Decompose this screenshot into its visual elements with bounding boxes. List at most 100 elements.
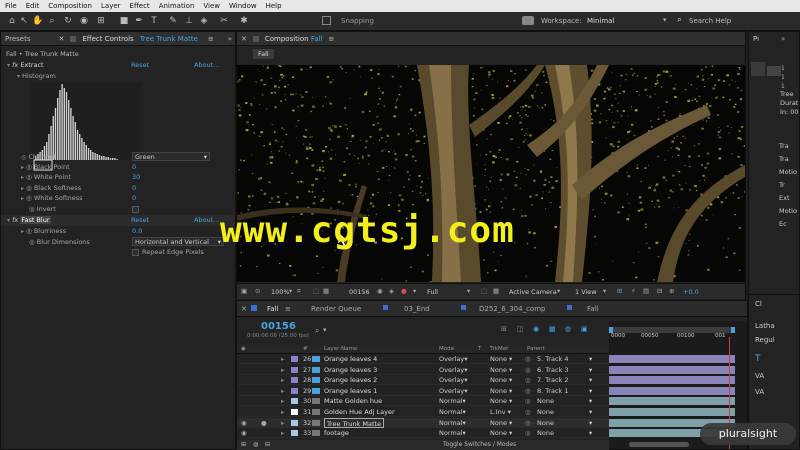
reset-exposure-icon[interactable]: ⊕ — [669, 287, 674, 295]
layer-mode-dropdown[interactable]: Overlay▾ — [439, 365, 468, 375]
timeline-timecode[interactable]: 00156 — [261, 321, 296, 332]
trkmat-dropdown[interactable]: None ▾ — [490, 354, 512, 364]
chevron-down-icon[interactable]: ▾ — [589, 407, 592, 417]
pan-behind-icon[interactable]: ⊞ — [95, 15, 107, 27]
grid-icon[interactable]: ⌗ — [297, 287, 301, 296]
fx-icon[interactable]: fx — [12, 61, 18, 69]
frame-blend-icon[interactable]: ▦ — [549, 325, 556, 333]
trkmat-dropdown[interactable]: L.Inv ▾ — [490, 407, 511, 417]
parent-dropdown[interactable]: None — [537, 407, 554, 417]
eye-icon[interactable]: ◉ — [241, 418, 247, 428]
parent-dropdown[interactable]: None — [537, 396, 554, 406]
menu-animation[interactable]: Animation — [159, 2, 195, 10]
white-point-value[interactable]: 30 — [132, 172, 140, 182]
flow-button-icon[interactable]: ⊟ — [265, 441, 270, 448]
comp-chip[interactable]: Fall — [253, 49, 274, 59]
snapping-checkbox[interactable] — [322, 16, 331, 25]
label-color-swatch[interactable] — [291, 398, 298, 405]
layer-duration-bar[interactable] — [609, 397, 735, 406]
layer-duration-bar[interactable] — [609, 376, 735, 385]
panel-menu-icon[interactable]: ≡ — [208, 35, 214, 43]
menu-composition[interactable]: Composition — [48, 2, 92, 10]
trkmat-dropdown[interactable]: None ▾ — [490, 365, 512, 375]
clone-tool-icon[interactable]: ⊥ — [183, 15, 195, 27]
table-row[interactable]: ▸ 26 Orange leaves 4 Overlay▾ None ▾ ◎ 5… — [237, 354, 609, 364]
chevron-down-icon[interactable]: ▾ — [557, 287, 560, 295]
search-help-input[interactable]: Search Help — [689, 17, 731, 25]
tab-presets[interactable]: Presets — [5, 35, 30, 43]
selection-tool-icon[interactable]: ↖ — [18, 15, 30, 27]
layer-name[interactable]: Orange leaves 4 — [324, 354, 377, 364]
layer-mode-dropdown[interactable]: Normal▾ — [439, 407, 466, 417]
chevron-down-icon[interactable]: ▾ — [589, 365, 592, 375]
chevron-down-icon[interactable]: ▾ — [467, 287, 470, 295]
fast-preview-icon[interactable]: ⚡ — [631, 287, 636, 295]
repeat-edge-checkbox[interactable] — [132, 249, 139, 256]
layer-mode-dropdown[interactable]: Normal▾ — [439, 418, 466, 428]
transparency-icon[interactable]: ▦ — [493, 287, 499, 295]
chevron-double-right-icon[interactable]: » — [228, 35, 232, 43]
pickwhip-icon[interactable]: ◎ — [525, 418, 531, 428]
pickwhip-icon[interactable]: ◎ — [525, 375, 531, 385]
video-preview-icon[interactable] — [522, 16, 534, 25]
brush-tool-icon[interactable]: ✎ — [167, 15, 179, 27]
layer-name[interactable]: Tree Trunk Matte — [324, 417, 385, 428]
chevron-double-right-icon[interactable]: » — [781, 35, 785, 43]
timeline-icon[interactable]: ▤ — [643, 287, 649, 295]
expand-triangle-icon[interactable]: ▸ — [281, 354, 284, 364]
layer-name[interactable]: Matte Golden hue — [324, 396, 382, 406]
render-button-icon[interactable]: ◍ — [253, 441, 258, 448]
trkmat-dropdown[interactable]: None ▾ — [490, 386, 512, 396]
parent-dropdown[interactable]: None — [537, 418, 554, 428]
table-row[interactable]: ◉ ● ▸ 32 Tree Trunk Matte Normal▾ None ▾… — [237, 417, 609, 428]
expand-triangle-icon[interactable]: ▸ — [281, 365, 284, 375]
timeline-tab-d252[interactable]: D252_6_304_comp — [479, 305, 545, 313]
toggle-switches-modes[interactable]: Toggle Switches / Modes — [443, 441, 516, 448]
trkmat-dropdown[interactable]: None ▾ — [490, 428, 512, 438]
shy-icon[interactable]: ◉ — [533, 325, 539, 333]
workspace-value[interactable]: Minimal — [587, 17, 614, 25]
zoom-tool-icon[interactable]: ⌕ — [46, 15, 58, 27]
blurriness-value[interactable]: 0.0 — [132, 226, 142, 236]
mask-toggle-icon[interactable]: ⊙ — [255, 287, 260, 295]
chevron-down-icon[interactable]: ▾ — [589, 386, 592, 396]
blur-dimensions-dropdown[interactable]: Horizontal and Vertical ▾ — [132, 237, 224, 246]
comp-timecode[interactable]: 00156 — [349, 288, 370, 296]
chevron-down-icon[interactable]: ▾ — [413, 287, 416, 295]
layer-mode-dropdown[interactable]: Overlay▾ — [439, 375, 468, 385]
channels-icon[interactable]: ● — [401, 287, 407, 295]
camera-tool-icon[interactable]: ◉ — [78, 15, 90, 27]
chevron-down-icon[interactable]: ▾ — [589, 418, 592, 428]
puppet-tool-icon[interactable]: ✱ — [238, 15, 250, 27]
layer-duration-bar[interactable] — [609, 355, 735, 363]
extract-effect-row[interactable]: ▾ fx Extract — [7, 60, 44, 70]
layer-duration-bar[interactable] — [609, 408, 735, 416]
chevron-down-icon[interactable]: ▾ — [589, 396, 592, 406]
fast-blur-about-link[interactable]: About... — [194, 215, 219, 225]
label-color-swatch[interactable] — [291, 419, 298, 426]
table-row[interactable]: ▸ 30 Matte Golden hue Normal▾ None ▾ ◎ N… — [237, 396, 609, 407]
region-icon[interactable]: ⬚ — [313, 287, 319, 295]
timeline-tab-fall[interactable]: Fall — [267, 305, 279, 313]
tab-character[interactable]: Cl — [755, 300, 762, 308]
label-color-swatch[interactable] — [291, 366, 298, 373]
table-row[interactable]: ◉ ▸ 33 footage Normal▾ None ▾ ◎ None ▾ — [237, 428, 609, 439]
font-family-value[interactable]: Latha — [755, 322, 775, 330]
pickwhip-icon[interactable]: ◎ — [525, 386, 531, 396]
layer-name[interactable]: Orange leaves 3 — [324, 365, 377, 375]
label-color-swatch[interactable] — [291, 377, 298, 384]
parent-dropdown[interactable]: 5. Track 4 — [537, 354, 568, 364]
layer-name[interactable]: Orange leaves 2 — [324, 375, 377, 385]
menu-effect[interactable]: Effect — [130, 2, 150, 10]
workspace-dropdown-icon[interactable]: ▾ — [663, 16, 667, 24]
label-color-swatch[interactable] — [291, 409, 298, 415]
expand-triangle-icon[interactable]: ▸ — [281, 428, 284, 438]
lock-icon[interactable] — [252, 35, 259, 42]
show-snapshot-icon[interactable]: ◈ — [389, 287, 394, 295]
pickwhip-icon[interactable]: ◎ — [525, 365, 531, 375]
layer-mode-dropdown[interactable]: Overlay▾ — [439, 354, 468, 364]
black-softness-value[interactable]: 0 — [132, 183, 136, 193]
eraser-tool-icon[interactable]: ◈ — [198, 15, 210, 27]
menu-window[interactable]: Window — [229, 2, 257, 10]
comp-button-icon[interactable]: ⊞ — [241, 441, 246, 448]
